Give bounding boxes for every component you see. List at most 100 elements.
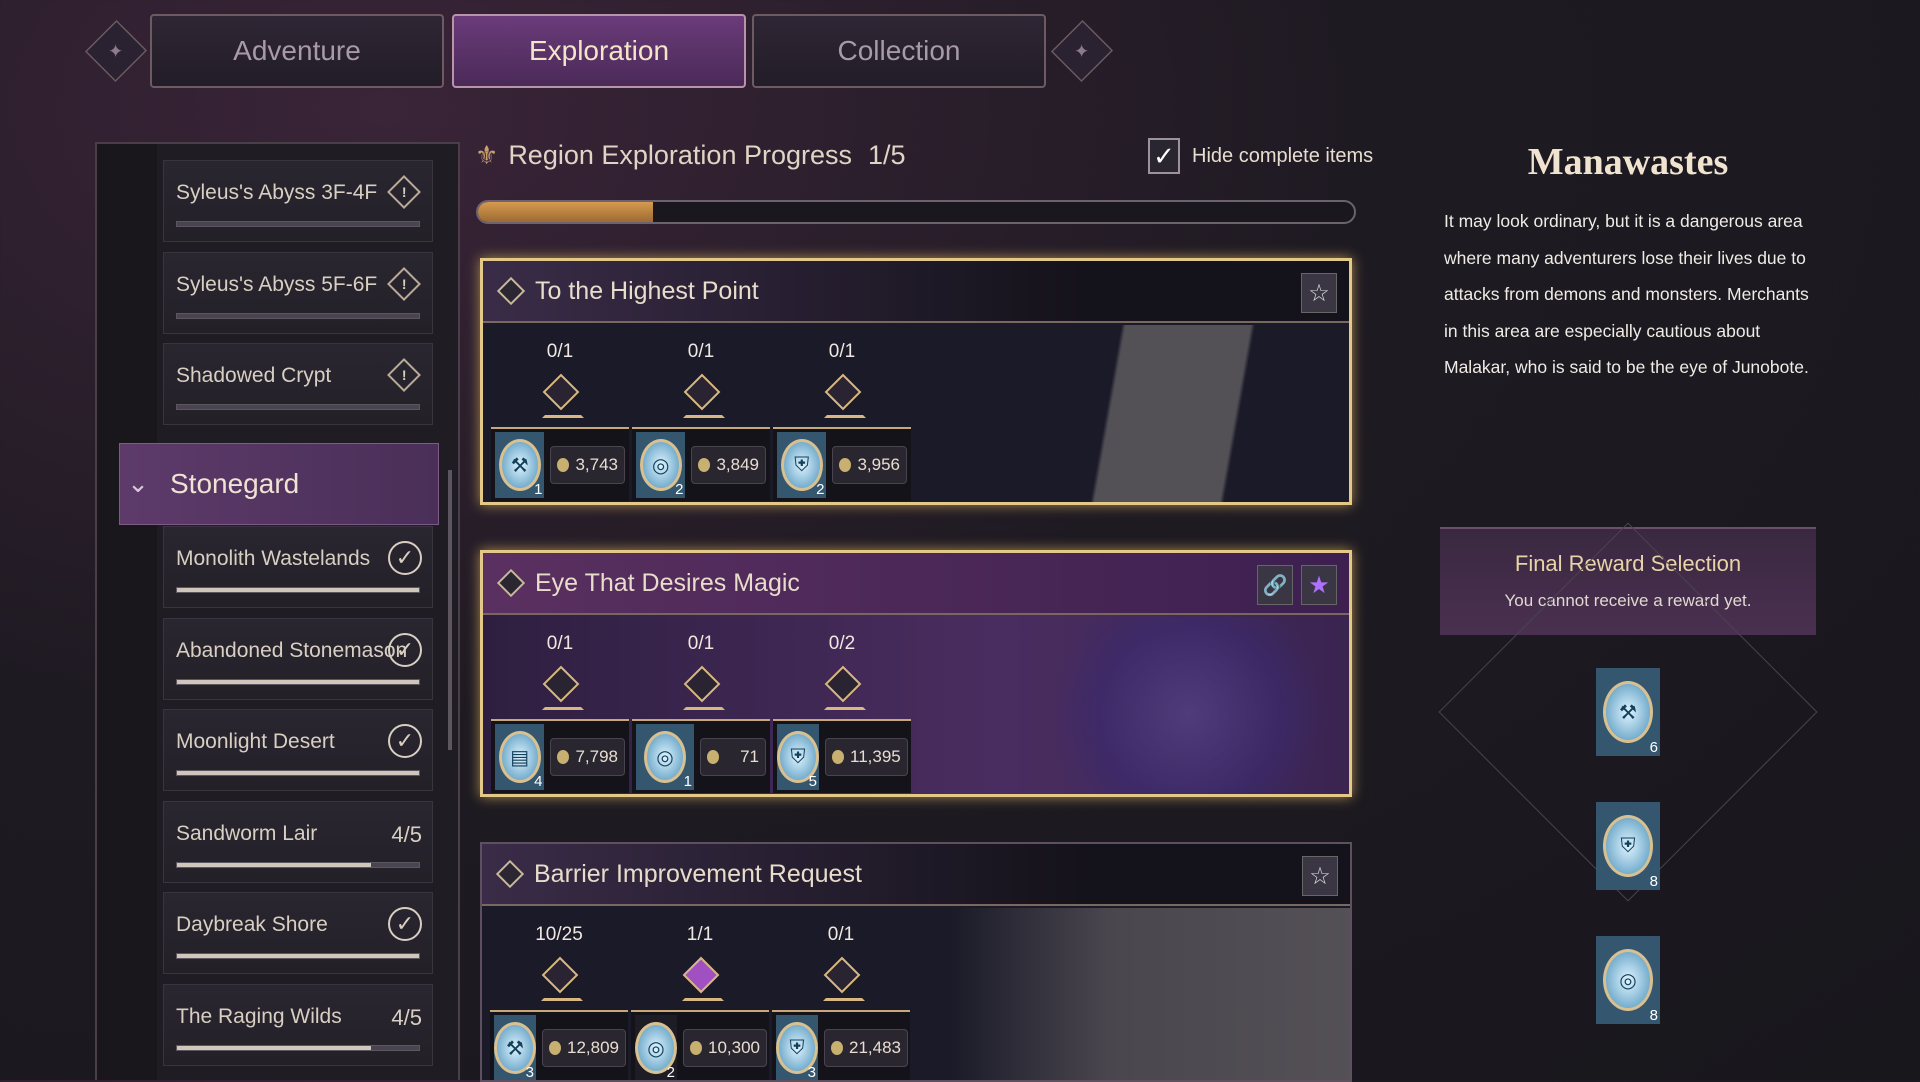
reward-slot[interactable]: 0/1 ⚒ 1 3,743 — [491, 341, 629, 501]
sidebar-item-label: Daybreak Shore — [176, 913, 328, 936]
coin-icon — [690, 1041, 702, 1055]
tab-next-button[interactable]: ✦ — [1050, 19, 1114, 83]
reward-slot[interactable]: 0/1 ▤ 4 7,798 — [491, 633, 629, 793]
reward-count: 0/1 — [828, 341, 856, 362]
sidebar-item[interactable]: Sandworm Lair 4/5 — [163, 800, 433, 883]
progress-value: 1/5 — [868, 140, 906, 170]
sidebar-item[interactable]: Syleus's Abyss 3F-4F! — [163, 160, 433, 242]
item-orb: ⚒ — [1603, 681, 1653, 743]
final-reward-item[interactable]: ⚒ 6 — [1596, 668, 1660, 756]
favorite-star-icon[interactable]: ☆ — [1301, 273, 1337, 313]
quest-card-header: Eye That Desires Magic — [483, 553, 1349, 615]
reward-slot[interactable]: 0/2 ⛨ 5 11,395 — [773, 633, 911, 793]
price-tag: 71 — [700, 738, 766, 776]
sidebar-item-label: Moonlight Desert — [176, 730, 335, 753]
quest-card[interactable]: To the Highest Point ☆ 0/1 ⚒ 1 3,743 0/1 ◎ 2 3,84… — [480, 258, 1352, 505]
quest-card[interactable]: Barrier Improvement Request ☆ 10/25 ⚒ 3 12,80… — [480, 842, 1352, 1082]
favorite-star-icon[interactable]: ☆ — [1302, 856, 1338, 896]
tab-prev-button[interactable]: ✦ — [84, 19, 148, 83]
gem-icon — [540, 669, 584, 710]
tab-exploration[interactable]: Exploration — [452, 14, 746, 88]
book-icon[interactable]: ▤ 4 — [495, 724, 545, 790]
sidebar-item-label: Syleus's Abyss 3F-4F — [176, 181, 378, 204]
hide-complete-toggle[interactable]: ✓ Hide complete items — [1148, 138, 1373, 174]
armor-icon[interactable]: ⛨ 3 — [776, 1015, 818, 1080]
region-description: It may look ordinary, but it is a danger… — [1444, 211, 1809, 377]
link-icon[interactable]: 🔗 — [1257, 565, 1293, 605]
item-progress-bar — [176, 861, 420, 868]
region-title: Manawastes — [1527, 141, 1729, 183]
quest-card[interactable]: Eye That Desires Magic 🔗 ★ 0/1 ▤ 4 7,798 0/1 ◎ 1 7… — [480, 550, 1352, 797]
favorite-star-icon[interactable]: ★ — [1301, 565, 1337, 605]
item-quantity: 8 — [1649, 873, 1658, 890]
gem-icon — [822, 377, 866, 418]
coin-icon — [549, 1041, 561, 1055]
armor-icon[interactable]: ⛨ 2 — [777, 432, 827, 498]
pickaxe-icon: ⚒ 6 — [1596, 668, 1660, 756]
quest-title: To the Highest Point — [535, 276, 759, 305]
tab-adventure[interactable]: Adventure — [150, 14, 444, 88]
reward-slot[interactable]: 0/1 ◎ 2 3,849 — [632, 341, 770, 501]
sidebar-scrollbar[interactable] — [448, 470, 452, 750]
progress-fill — [177, 679, 419, 684]
progress-title: Region Exploration Progress — [508, 140, 852, 170]
reward-slot[interactable]: 0/1 ⛨ 3 21,483 — [772, 924, 910, 1080]
armor-icon[interactable]: ⛨ 5 — [777, 724, 819, 790]
reward-slot[interactable]: 10/25 ⚒ 3 12,809 — [490, 924, 628, 1080]
check-circle-icon: ✓ — [388, 907, 422, 941]
check-circle-icon: ✓ — [388, 541, 422, 575]
ring-icon[interactable]: ◎ 1 — [636, 724, 694, 790]
final-reward-item[interactable]: ◎ 8 — [1596, 936, 1660, 1024]
item-progress-bar — [176, 953, 420, 959]
region-sidebar: Syleus's Abyss 3F-4F! Syleus's Abyss 5F-6… — [95, 142, 460, 1080]
chevron-down-icon: ⌄ — [127, 468, 149, 498]
reward-count: 1/1 — [686, 924, 714, 945]
checkbox[interactable]: ✓ — [1148, 138, 1180, 174]
sidebar-item[interactable]: Syleus's Abyss 5F-6F! — [163, 251, 433, 334]
coin-icon — [839, 458, 852, 472]
reward-slot[interactable]: 1/1 ◎ 2 10,300 — [631, 924, 769, 1081]
price-tag: 3,743 — [550, 446, 625, 484]
sidebar-item[interactable]: Shadowed Crypt! — [163, 343, 433, 425]
reward-item: ▤ 4 7,798 — [491, 719, 629, 793]
item-quantity: 8 — [1649, 1007, 1658, 1024]
region-progress-bar — [476, 200, 1356, 224]
item-orb: ⛨ — [1603, 815, 1653, 877]
ring-icon[interactable]: ◎ 2 — [636, 432, 686, 498]
quest-artwork — [949, 617, 1349, 794]
tab-collection[interactable]: Collection — [752, 14, 1046, 88]
sidebar-item[interactable]: The Raging Wilds 4/5 — [163, 983, 433, 1066]
progress-fill — [177, 862, 371, 867]
item-progress-bar — [176, 312, 420, 319]
sidebar-group-stonegard[interactable]: ⌄ Stonegard — [119, 442, 439, 525]
pickaxe-icon[interactable]: ⚒ 1 — [495, 432, 545, 498]
reward-count: 0/1 — [546, 341, 574, 362]
coin-icon — [698, 458, 711, 472]
gem-icon — [821, 960, 865, 1001]
diamond-icon — [496, 276, 526, 306]
region-progress-header: ⚜ Region Exploration Progress 1/5 — [475, 140, 906, 171]
pickaxe-icon[interactable]: ⚒ 3 — [494, 1015, 536, 1080]
item-quantity: 1 — [683, 773, 692, 790]
gem-icon — [540, 377, 584, 418]
ring-icon[interactable]: ◎ 2 — [635, 1015, 677, 1081]
reward-item: ◎ 1 71 — [632, 719, 770, 793]
fleur-icon: ⚜ — [475, 140, 499, 170]
progress-fill — [478, 202, 654, 222]
sidebar-item[interactable]: Abandoned Stonemason ✓ — [163, 617, 433, 700]
sidebar-item[interactable]: Moonlight Desert ✓ — [163, 709, 433, 791]
reward-slot[interactable]: 0/1 ◎ 1 71 — [632, 633, 770, 793]
reward-slot[interactable]: 0/1 ⛨ 2 3,956 — [773, 341, 911, 501]
sidebar-item[interactable]: Daybreak Shore ✓ — [163, 892, 433, 974]
final-reward-item[interactable]: ⛨ 8 — [1596, 802, 1660, 890]
sidebar-item[interactable]: Monolith Wastelands ✓ — [163, 526, 433, 608]
price-value: 3,743 — [575, 455, 618, 474]
price-value: 10,300 — [708, 1038, 760, 1057]
price-tag: 3,956 — [832, 446, 907, 484]
quest-title: Barrier Improvement Request — [534, 859, 862, 888]
armor-icon: ⛨ 8 — [1596, 802, 1660, 890]
item-quantity: 2 — [666, 1064, 675, 1081]
quest-card-header: To the Highest Point — [483, 261, 1349, 323]
diamond-icon — [495, 859, 525, 889]
gem-icon — [681, 669, 725, 710]
